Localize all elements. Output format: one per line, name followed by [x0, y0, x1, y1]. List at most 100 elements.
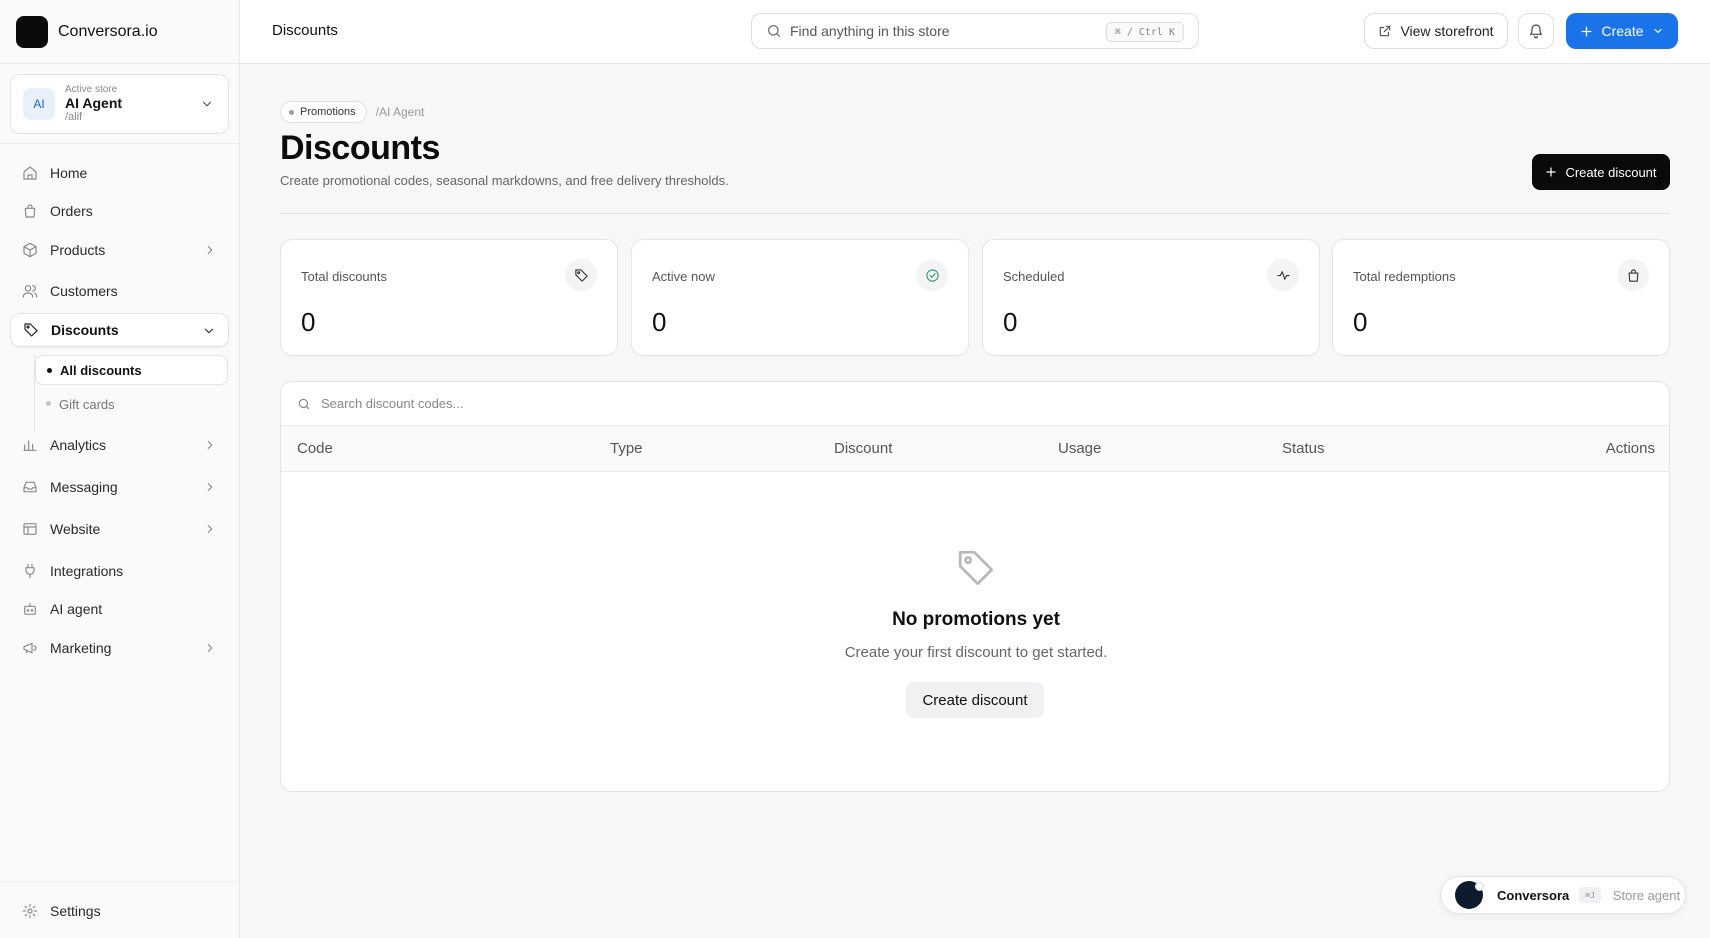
global-search[interactable]: ⌘ / Ctrl K: [751, 13, 1199, 49]
sidebar-item-marketing[interactable]: Marketing: [10, 631, 229, 665]
stat-card-total-discounts: Total discounts 0: [280, 239, 618, 356]
sidebar-item-messaging[interactable]: Messaging: [10, 470, 229, 504]
column-header-actions: Actions: [1605, 440, 1655, 457]
bar-chart-icon: [22, 437, 38, 453]
table-header: Code Type Discount Usage Status Actions: [281, 426, 1669, 472]
sidebar-item-orders[interactable]: Orders: [10, 194, 229, 228]
chevron-down-icon: [1652, 25, 1664, 37]
users-icon: [22, 283, 38, 299]
bullet-icon: [47, 368, 52, 373]
layout-icon: [22, 521, 38, 537]
shopping-bag-icon: [1617, 259, 1649, 291]
sidebar-item-label: Discounts: [51, 322, 119, 338]
package-icon: [22, 242, 38, 258]
sidebar-item-settings[interactable]: Settings: [10, 894, 101, 928]
breadcrumb-label: Promotions: [300, 106, 356, 118]
stat-label: Total discounts: [301, 269, 387, 284]
chevron-right-icon: [203, 641, 217, 655]
sidebar: Conversora.io AI Active store AI Agent /…: [0, 0, 240, 938]
megaphone-icon: [22, 640, 38, 656]
agent-role: Store agent: [1612, 887, 1681, 903]
sidebar-item-website[interactable]: Website: [10, 512, 229, 546]
gear-icon: [22, 903, 38, 919]
column-header-type[interactable]: Type: [610, 440, 643, 457]
keyboard-shortcut: ⌘J: [1579, 887, 1601, 903]
sidebar-item-home[interactable]: Home: [10, 156, 229, 190]
chevron-right-icon: [203, 522, 217, 536]
store-switcher[interactable]: AI Active store AI Agent /alif: [10, 74, 229, 134]
discount-search-input[interactable]: [321, 396, 721, 411]
table-search[interactable]: [281, 382, 1669, 426]
page-subtitle: Create promotional codes, seasonal markd…: [280, 173, 729, 188]
column-header-discount[interactable]: Discount: [834, 440, 892, 457]
stat-value: 0: [652, 307, 667, 337]
search-icon: [297, 397, 311, 411]
sidebar-item-label: Marketing: [50, 640, 112, 656]
stat-label: Scheduled: [1003, 269, 1065, 284]
empty-state-subtitle: Create your first discount to get starte…: [844, 644, 1108, 661]
stat-card-active-now: Active now 0: [631, 239, 969, 356]
brand-logo: [16, 15, 48, 48]
stat-label: Total redemptions: [1353, 269, 1456, 284]
sidebar-item-discounts[interactable]: Discounts: [10, 313, 229, 347]
chevron-down-icon: [202, 324, 216, 338]
search-input[interactable]: [790, 23, 1090, 39]
chevron-right-icon: [203, 480, 217, 494]
subnav-item-gift-cards[interactable]: Gift cards: [35, 389, 228, 419]
stat-value: 0: [1353, 307, 1368, 337]
agent-avatar: [1455, 881, 1484, 909]
notifications-button[interactable]: [1518, 13, 1554, 49]
sidebar-item-products[interactable]: Products: [10, 233, 229, 267]
sidebar-item-label: Messaging: [50, 479, 118, 495]
agent-name: Conversora: [1497, 887, 1570, 903]
sidebar-item-integrations[interactable]: Integrations: [10, 554, 229, 588]
stat-value: 0: [301, 307, 316, 337]
empty-create-discount-button[interactable]: Create discount: [906, 682, 1044, 718]
stat-card-total-redemptions: Total redemptions 0: [1332, 239, 1670, 356]
sidebar-item-label: Analytics: [50, 437, 107, 453]
plus-icon: [1580, 25, 1593, 38]
tag-icon: [565, 259, 597, 291]
sidebar-item-label: Products: [50, 242, 106, 258]
column-header-status[interactable]: Status: [1282, 440, 1325, 457]
sidebar-item-label: Home: [50, 165, 88, 181]
inbox-icon: [22, 479, 38, 495]
breadcrumb-current: /AI Agent: [375, 105, 425, 119]
sidebar-item-label: Website: [50, 521, 101, 537]
discounts-table: Code Type Discount Usage Status Actions …: [280, 381, 1670, 792]
sidebar-divider: [0, 881, 240, 882]
breadcrumb: Promotions /AI Agent: [280, 101, 424, 123]
sidebar-item-label: Orders: [50, 203, 93, 219]
empty-state-title: No promotions yet: [892, 609, 1060, 630]
store-agent-launcher[interactable]: Conversora ⌘J Store agent: [1440, 876, 1686, 914]
view-storefront-label: View storefront: [1400, 23, 1494, 39]
topbar-title: Discounts: [272, 22, 338, 39]
subnav-item-label: All discounts: [60, 362, 142, 378]
brand[interactable]: Conversora.io: [0, 0, 239, 64]
sidebar-divider: [0, 143, 240, 144]
chevron-down-icon: [200, 97, 214, 111]
search-icon: [766, 23, 782, 39]
external-link-icon: [1378, 24, 1392, 38]
subnav-item-all-discounts[interactable]: All discounts: [35, 355, 228, 385]
sidebar-item-ai-agent[interactable]: AI agent: [10, 592, 229, 626]
plus-icon: [1545, 166, 1557, 178]
create-button[interactable]: Create: [1566, 13, 1678, 49]
view-storefront-button[interactable]: View storefront: [1364, 13, 1508, 49]
bell-icon: [1528, 23, 1544, 39]
bullet-icon: [289, 109, 294, 115]
store-name: AI Agent: [65, 95, 123, 112]
sidebar-item-customers[interactable]: Customers: [10, 274, 229, 308]
brand-name: Conversora.io: [58, 22, 158, 40]
keyboard-shortcut: ⌘ / Ctrl K: [1105, 22, 1184, 42]
column-header-code[interactable]: Code: [297, 440, 333, 457]
tag-icon: [955, 547, 997, 589]
create-discount-button[interactable]: Create discount: [1532, 154, 1670, 190]
stat-label: Active now: [652, 269, 715, 284]
sidebar-item-analytics[interactable]: Analytics: [10, 428, 229, 462]
breadcrumb-promotions[interactable]: Promotions: [280, 101, 367, 123]
check-circle-icon: [916, 259, 948, 291]
page-title: Discounts: [280, 129, 440, 167]
column-header-usage[interactable]: Usage: [1058, 440, 1101, 457]
store-kicker: Active store: [65, 83, 118, 95]
